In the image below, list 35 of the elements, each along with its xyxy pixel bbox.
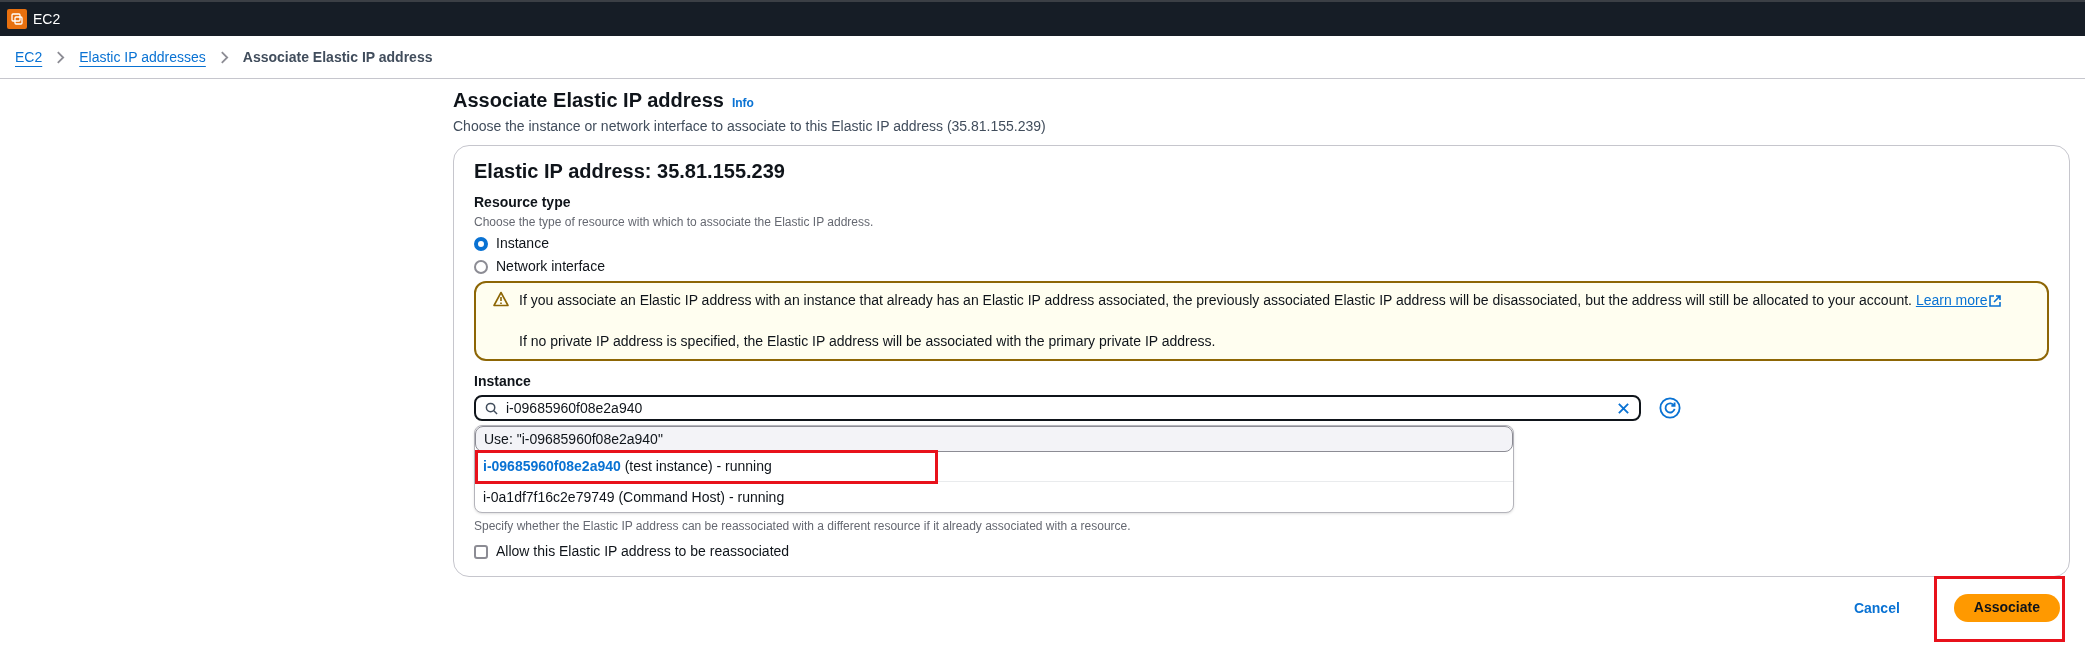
warning-note: If no private IP address is specified, the Elastic IP address will be associated with the primary private IP address. [519,332,1217,351]
chevron-right-icon [219,50,229,64]
warning-text: If you associate an Elastic IP address with an instance that already has an Elastic IP address associated, the previously associated Elastic IP address will be disassociated, but the address will still be allocated to your account. Learn more [519,290,2002,311]
dropdown-option[interactable]: i-09685960f08e2a940 (test instance) - running [475,452,1513,482]
radio-button[interactable] [474,259,488,274]
breadcrumb-link[interactable]: EC2 [15,46,43,68]
search-icon [485,401,498,415]
breadcrumb-link[interactable]: Elastic IP addresses [79,46,206,68]
checkbox[interactable] [474,544,488,559]
warning-icon [493,291,509,307]
page-description: Choose the instance or network interface to associate to this Elastic IP address (35.81.155.239) [453,117,1047,136]
field-label: Resource type [474,193,572,212]
field-label: Instance [474,372,532,391]
service-name[interactable]: EC2 [33,8,61,30]
dropdown-option[interactable]: Use: "i-09685960f08e2a940" [475,426,1513,452]
info-link[interactable]: Info [731,94,754,112]
dropdown-option[interactable]: i-0a1df7f16c2e79749 (Command Host) - running [475,482,1513,512]
reassociate-checkbox-option[interactable]: Allow this Elastic IP address to be reassociated [474,541,790,562]
associate-button[interactable]: Associate [1953,593,2060,622]
card-title: Elastic IP address: 35.81.155.239 [474,159,786,184]
breadcrumb-current: Associate Elastic IP address [242,47,433,67]
external-link-icon [1989,294,2002,307]
service-logo-icon[interactable] [7,9,27,29]
learn-more-link[interactable]: Learn more [1915,290,2002,311]
radio-option[interactable]: Instance [474,233,549,254]
clear-icon[interactable] [1617,401,1630,415]
radio-button[interactable] [474,236,488,251]
instance-search-field[interactable]: i-09685960f08e2a940 [474,395,1641,421]
field-hint: Specify whether the Elastic IP address can be reassociated with a different resource if it already associated with a resource. [474,518,1132,535]
radio-option[interactable]: Network interface [474,256,605,277]
field-hint: Choose the type of resource with which to associate the Elastic IP address. [474,214,875,231]
chevron-right-icon [56,50,66,64]
page-title: Associate Elastic IP address [453,88,724,113]
refresh-icon[interactable] [1659,397,1681,419]
cancel-button[interactable]: Cancel [1849,594,1904,623]
